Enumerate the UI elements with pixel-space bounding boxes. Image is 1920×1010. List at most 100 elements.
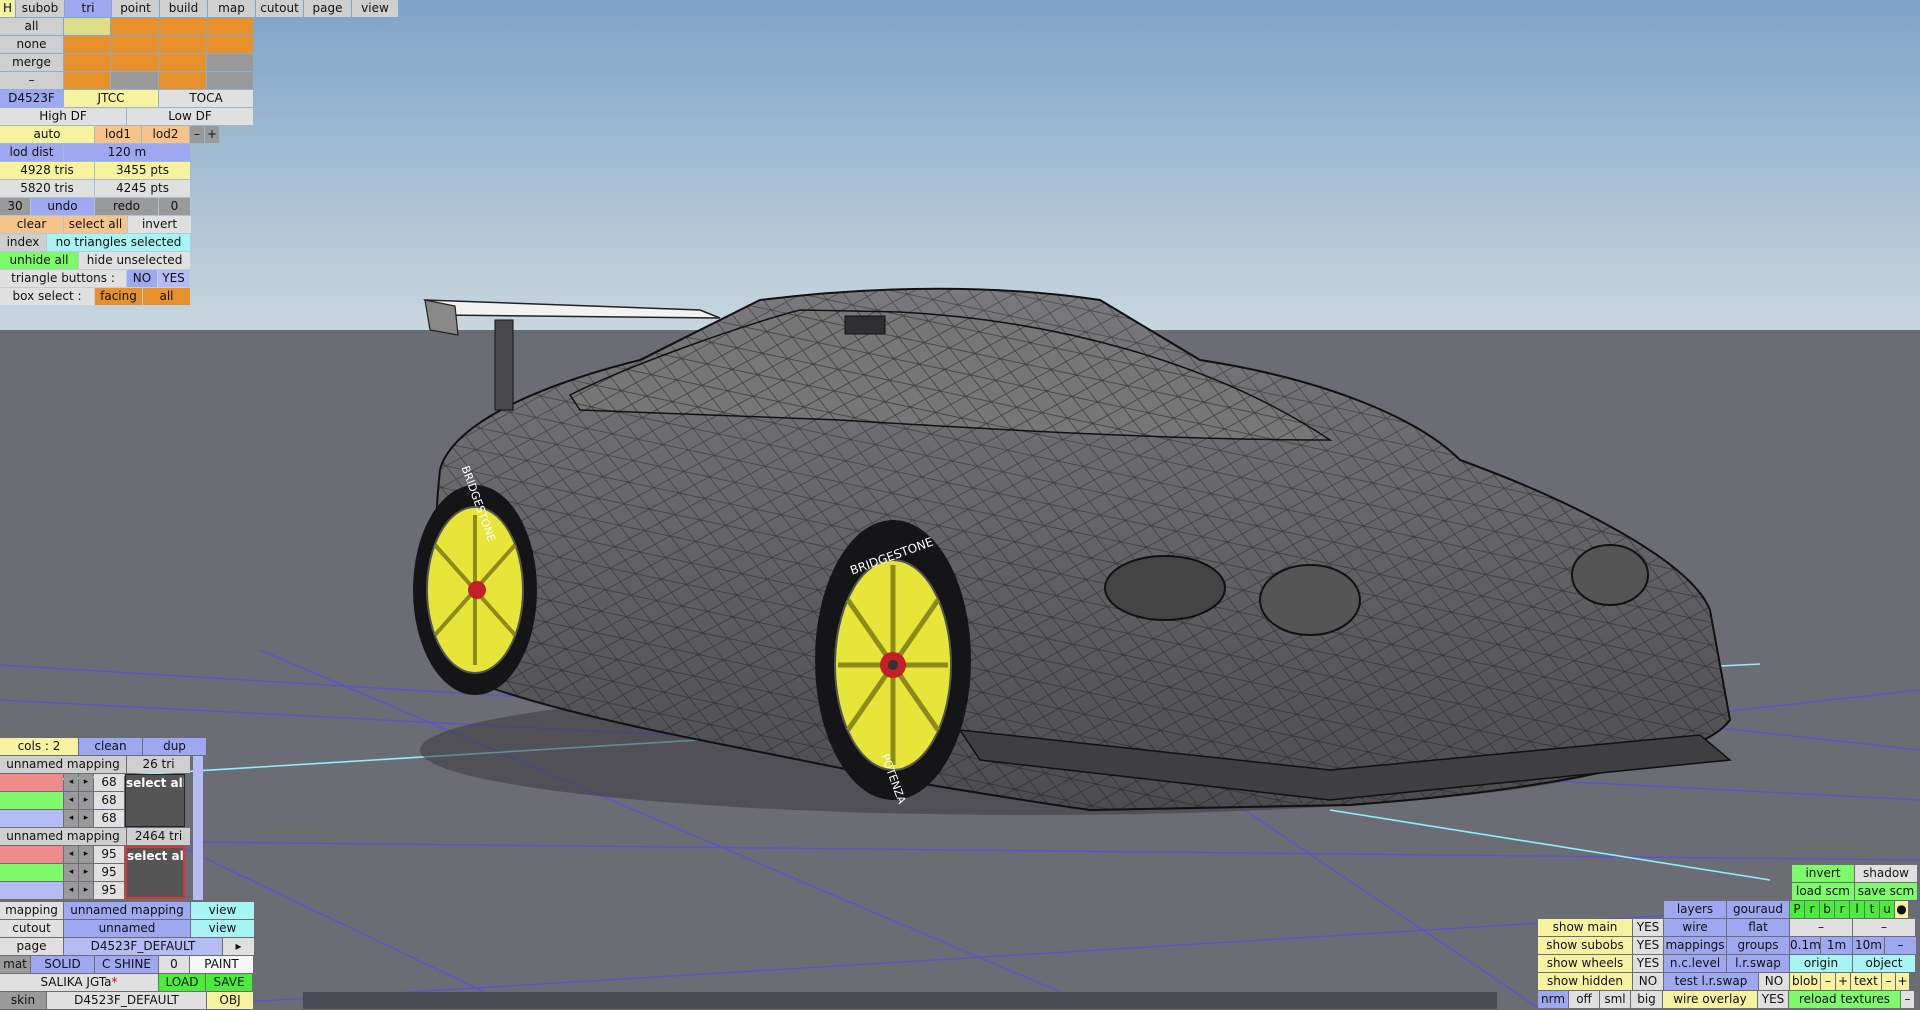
toggle-l[interactable]: l bbox=[1850, 901, 1864, 918]
obj-button[interactable]: OBJ bbox=[207, 992, 253, 1009]
toggle-r[interactable]: r bbox=[1805, 901, 1819, 918]
groups-button[interactable]: groups bbox=[1727, 937, 1789, 954]
menu-cutout[interactable]: cutout bbox=[256, 0, 303, 17]
toggle-p[interactable]: P bbox=[1790, 901, 1804, 918]
left-arrow-icon[interactable]: ◂ bbox=[64, 774, 78, 791]
triangle-buttons-no[interactable]: NO bbox=[127, 270, 157, 287]
paint-button[interactable]: PAINT bbox=[190, 956, 253, 973]
box-select-all[interactable]: all bbox=[143, 288, 190, 305]
red-slider[interactable] bbox=[0, 846, 63, 863]
preset-toca[interactable]: TOCA bbox=[159, 90, 253, 107]
swatch[interactable] bbox=[64, 54, 110, 71]
horizontal-scrollbar[interactable] bbox=[303, 992, 1497, 1009]
off-button[interactable]: off bbox=[1569, 991, 1599, 1008]
dup-button[interactable]: dup bbox=[143, 738, 206, 755]
swatch[interactable] bbox=[64, 36, 110, 53]
green-slider[interactable] bbox=[0, 792, 63, 809]
text-plus[interactable]: + bbox=[1896, 973, 1909, 990]
swatch[interactable] bbox=[159, 54, 206, 71]
right-arrow-icon[interactable]: ▸ bbox=[79, 792, 93, 809]
clean-button[interactable]: clean bbox=[79, 738, 142, 755]
menu-page[interactable]: page bbox=[304, 0, 351, 17]
lr-swap-button[interactable]: l.r.swap bbox=[1727, 955, 1789, 972]
mappings-button[interactable]: mappings bbox=[1664, 937, 1726, 954]
right-arrow-icon[interactable]: ▸ bbox=[79, 882, 93, 899]
invert-button[interactable]: invert bbox=[128, 216, 191, 233]
swatch[interactable] bbox=[207, 36, 253, 53]
blob-plus[interactable]: + bbox=[1836, 973, 1850, 990]
menu-point[interactable]: point bbox=[112, 0, 159, 17]
left-arrow-icon[interactable]: ◂ bbox=[64, 810, 78, 827]
select-none-row[interactable]: none bbox=[0, 36, 63, 53]
origin-button[interactable]: origin bbox=[1790, 955, 1852, 972]
mapping-select-all[interactable]: select all bbox=[125, 846, 185, 899]
mapping-view-button[interactable]: view bbox=[191, 902, 254, 919]
show-main-value[interactable]: YES bbox=[1633, 919, 1663, 936]
right-arrow-icon[interactable]: ▸ bbox=[79, 774, 93, 791]
swatch[interactable] bbox=[64, 72, 110, 89]
lod-plus-button[interactable]: + bbox=[205, 126, 219, 143]
blob-minus[interactable]: – bbox=[1821, 973, 1835, 990]
right-arrow-icon[interactable]: ▸ bbox=[79, 846, 93, 863]
swatch[interactable] bbox=[207, 54, 253, 71]
menu-subob[interactable]: subob bbox=[16, 0, 64, 17]
save-button[interactable]: SAVE bbox=[206, 974, 252, 991]
mapping-list-scrollbar[interactable] bbox=[193, 756, 203, 900]
wire-overlay-value[interactable]: YES bbox=[1758, 991, 1788, 1008]
swatch[interactable] bbox=[207, 18, 253, 35]
triangle-buttons-yes[interactable]: YES bbox=[158, 270, 189, 287]
scale-10m[interactable]: 10m bbox=[1853, 937, 1884, 954]
swatch[interactable] bbox=[111, 36, 158, 53]
red-slider[interactable] bbox=[0, 774, 63, 791]
swatch[interactable] bbox=[64, 18, 110, 35]
shadow-button[interactable]: shadow bbox=[1855, 865, 1917, 882]
clear-button[interactable]: clear bbox=[0, 216, 63, 233]
menu-tri[interactable]: tri bbox=[65, 0, 111, 17]
cutout-view-button[interactable]: view bbox=[191, 920, 254, 937]
show-wheels-label[interactable]: show wheels bbox=[1538, 955, 1632, 972]
wire-button[interactable]: wire bbox=[1664, 919, 1726, 936]
merge-row[interactable]: merge bbox=[0, 54, 63, 71]
mapping-select-all[interactable]: select all bbox=[125, 774, 185, 827]
index-button[interactable]: index bbox=[0, 234, 46, 251]
mapping-name[interactable]: unnamed mapping bbox=[0, 756, 126, 773]
blob-button[interactable]: blob bbox=[1790, 973, 1820, 990]
toggle-b[interactable]: b bbox=[1820, 901, 1834, 918]
load-button[interactable]: LOAD bbox=[159, 974, 205, 991]
test-lr-swap-button[interactable]: test l.r.swap bbox=[1664, 973, 1758, 990]
reload-textures-button[interactable]: reload textures bbox=[1789, 991, 1900, 1008]
unhide-all-button[interactable]: unhide all bbox=[0, 252, 78, 269]
show-wheels-value[interactable]: YES bbox=[1633, 955, 1663, 972]
dash-button[interactable]: – bbox=[1790, 919, 1852, 936]
wire-overlay-button[interactable]: wire overlay bbox=[1663, 991, 1757, 1008]
swatch[interactable] bbox=[159, 72, 206, 89]
right-arrow-icon[interactable]: ▸ bbox=[79, 810, 93, 827]
nrm-button[interactable]: nrm bbox=[1538, 991, 1568, 1008]
mat-shine-button[interactable]: C SHINE bbox=[95, 956, 158, 973]
scale-0-1m[interactable]: 0.1m bbox=[1790, 937, 1820, 954]
show-subobs-label[interactable]: show subobs bbox=[1538, 937, 1632, 954]
swatch[interactable] bbox=[111, 54, 158, 71]
undo-button[interactable]: undo bbox=[31, 198, 94, 215]
preset-jtcc[interactable]: JTCC bbox=[64, 90, 158, 107]
page-arrow-icon[interactable]: ▸ bbox=[223, 938, 254, 955]
load-scm-button[interactable]: load scm bbox=[1792, 883, 1854, 900]
text-button[interactable]: text bbox=[1851, 973, 1881, 990]
swatch[interactable] bbox=[111, 18, 158, 35]
box-select-facing[interactable]: facing bbox=[95, 288, 142, 305]
cols-button[interactable]: cols : 2 bbox=[0, 738, 78, 755]
object-button[interactable]: object bbox=[1853, 955, 1915, 972]
show-hidden-label[interactable]: show hidden bbox=[1538, 973, 1632, 990]
lod2-button[interactable]: lod2 bbox=[142, 126, 189, 143]
show-subobs-value[interactable]: YES bbox=[1633, 937, 1663, 954]
left-arrow-icon[interactable]: ◂ bbox=[64, 864, 78, 881]
redo-button[interactable]: redo bbox=[95, 198, 158, 215]
test-lr-swap-value[interactable]: NO bbox=[1759, 973, 1789, 990]
preset-d4523f[interactable]: D4523F bbox=[0, 90, 63, 107]
mapping-value[interactable]: unnamed mapping bbox=[64, 902, 190, 919]
swatch[interactable] bbox=[159, 18, 206, 35]
toggle-t[interactable]: t bbox=[1865, 901, 1879, 918]
scale-dash[interactable]: – bbox=[1885, 937, 1916, 954]
dash-row[interactable]: – bbox=[0, 72, 63, 89]
blue-slider[interactable] bbox=[0, 810, 63, 827]
